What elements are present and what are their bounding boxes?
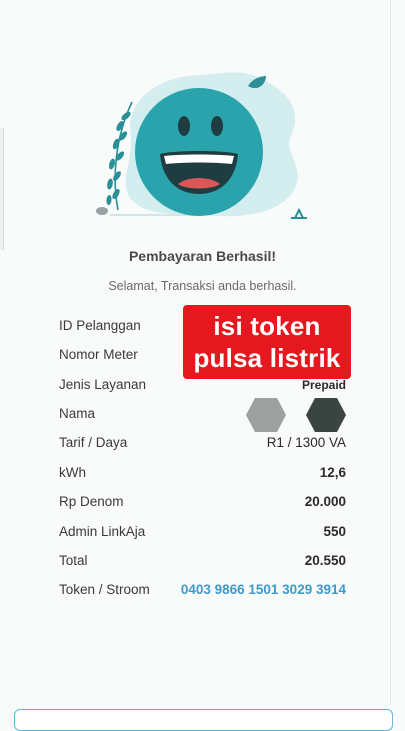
value-admin-linkaja: 550 (323, 524, 346, 539)
caption-overlay-banner: isi token pulsa listrik (183, 305, 351, 379)
rock-icon (96, 207, 108, 215)
value-jenis-layanan: Prepaid (301, 378, 346, 392)
value-rp-denom: 20.000 (304, 494, 346, 509)
label-total: Total (59, 553, 88, 568)
label-tarif-daya: Tarif / Daya (59, 435, 128, 450)
left-edge-panel (0, 128, 4, 250)
value-kwh: 12,6 (319, 465, 346, 480)
row-admin-linkaja: Admin LinkAja 550 (59, 524, 346, 544)
payment-success-subtitle: Selamat, Transaksi anda berhasil. (108, 279, 297, 293)
right-edge-divider (390, 0, 391, 705)
label-nomor-meter: Nomor Meter (59, 347, 138, 362)
label-token-stroom: Token / Stroom (59, 582, 150, 597)
label-id-pelanggan: ID Pelanggan (59, 318, 141, 333)
label-kwh: kWh (59, 465, 86, 480)
value-tarif-daya: R1 / 1300 VA (266, 435, 346, 450)
value-total: 20.550 (304, 553, 346, 568)
label-nama: Nama (59, 406, 96, 421)
caption-line-2: pulsa listrik (193, 343, 341, 373)
small-plant-icon (291, 207, 307, 219)
caption-line-1: isi token (213, 311, 321, 341)
value-token-stroom[interactable]: 0403 9866 1501 3029 3914 (181, 582, 346, 597)
row-token-stroom: Token / Stroom 0403 9866 1501 3029 3914 (59, 582, 346, 602)
row-nama: Nama (59, 406, 346, 426)
label-admin-linkaja: Admin LinkAja (59, 524, 146, 539)
success-smiley-illustration (96, 72, 307, 219)
row-total: Total 20.550 (59, 553, 346, 573)
label-rp-denom: Rp Denom (59, 494, 124, 509)
row-tarif-daya: Tarif / Daya R1 / 1300 VA (59, 435, 346, 455)
label-jenis-layanan: Jenis Layanan (59, 377, 147, 392)
censor-hexagon-dark (306, 398, 346, 432)
payment-success-title: Pembayaran Berhasil! (128, 248, 277, 264)
row-rp-denom: Rp Denom 20.000 (59, 494, 346, 514)
row-jenis-layanan: Jenis Layanan Prepaid (59, 377, 346, 397)
row-kwh: kWh 12,6 (59, 465, 346, 485)
censor-hexagon-light (246, 398, 286, 432)
bottom-action-button[interactable] (14, 709, 393, 731)
